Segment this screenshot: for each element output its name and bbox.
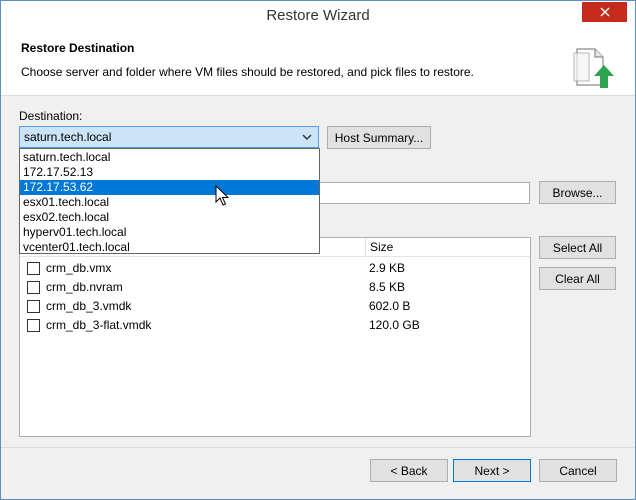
next-button[interactable]: Next > <box>453 459 531 482</box>
file-size: 120.0 GB <box>369 318 420 332</box>
file-size: 602.0 B <box>369 299 411 313</box>
footer-divider <box>1 447 635 448</box>
window-title: Restore Wizard <box>266 7 370 24</box>
path-input[interactable] <box>319 182 530 204</box>
title-bar: Restore Wizard <box>1 1 635 31</box>
step-title: Restore Destination <box>21 41 135 55</box>
destination-option-highlighted[interactable]: 172.17.53.62 <box>20 180 319 195</box>
close-button[interactable] <box>582 2 627 22</box>
column-header-size[interactable]: Size <box>365 238 393 257</box>
chevron-down-icon <box>302 134 312 141</box>
file-size: 8.5 KB <box>369 280 406 294</box>
destination-option[interactable]: saturn.tech.local <box>20 150 319 165</box>
wizard-header: Restore Destination Choose server and fo… <box>1 31 635 96</box>
browse-button[interactable]: Browse... <box>539 181 616 204</box>
destination-dropdown-list[interactable]: saturn.tech.local 172.17.52.13 172.17.53… <box>19 148 320 254</box>
file-size: 2.9 KB <box>369 261 406 275</box>
clear-all-button[interactable]: Clear All <box>539 267 616 290</box>
destination-option[interactable]: hyperv01.tech.local <box>20 225 319 240</box>
file-name: crm_db_3-flat.vmdk <box>46 318 152 332</box>
file-name: crm_db.nvram <box>46 280 123 294</box>
file-checkbox[interactable] <box>27 300 40 313</box>
file-checkbox[interactable] <box>27 262 40 275</box>
files-list[interactable]: Size crm_db.vmx 2.9 KB crm_db.nvram 8.5 … <box>19 237 531 437</box>
restore-wizard-window: Restore Wizard Restore Destination Choos… <box>0 0 636 500</box>
destination-selected-value: saturn.tech.local <box>24 130 112 144</box>
host-summary-button[interactable]: Host Summary... <box>327 126 431 149</box>
destination-option[interactable]: 172.17.52.13 <box>20 165 319 180</box>
file-name: crm_db.vmx <box>46 261 112 275</box>
back-button[interactable]: < Back <box>370 459 448 482</box>
file-checkbox[interactable] <box>27 281 40 294</box>
restore-files-icon <box>573 48 614 88</box>
destination-option[interactable]: esx01.tech.local <box>20 195 319 210</box>
file-row[interactable]: crm_db_3-flat.vmdk 120.0 GB <box>20 316 530 335</box>
file-row[interactable]: crm_db_3.vmdk 602.0 B <box>20 297 530 316</box>
destination-option[interactable]: vcenter01.tech.local <box>20 240 319 255</box>
destination-label: Destination: <box>19 109 83 123</box>
step-description: Choose server and folder where VM files … <box>21 65 474 79</box>
close-icon <box>600 7 609 17</box>
file-name: crm_db_3.vmdk <box>46 299 132 313</box>
select-all-button[interactable]: Select All <box>539 236 616 259</box>
file-row[interactable]: crm_db.nvram 8.5 KB <box>20 278 530 297</box>
file-row[interactable]: crm_db.vmx 2.9 KB <box>20 259 530 278</box>
destination-combobox[interactable]: saturn.tech.local <box>19 126 319 148</box>
cancel-button[interactable]: Cancel <box>539 459 617 482</box>
mouse-pointer-icon <box>215 185 229 206</box>
destination-option[interactable]: esx02.tech.local <box>20 210 319 225</box>
file-checkbox[interactable] <box>27 319 40 332</box>
